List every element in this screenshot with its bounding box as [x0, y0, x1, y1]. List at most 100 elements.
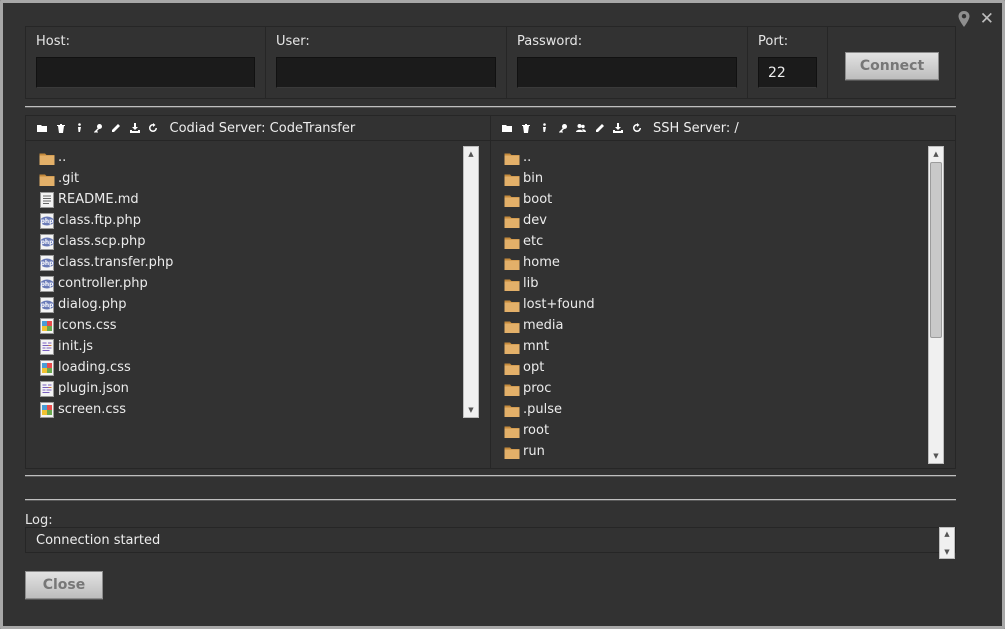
log-text: Connection started	[36, 533, 161, 548]
download-icon[interactable]	[129, 123, 140, 133]
file-name: init.js	[58, 339, 94, 354]
user-field-group: User:	[266, 27, 507, 98]
file-list-item[interactable]: php class.ftp.php	[39, 210, 173, 231]
log-label: Log:	[25, 513, 53, 528]
php-file-icon: php	[39, 254, 55, 271]
file-list-item[interactable]: media	[504, 315, 595, 336]
pencil-icon[interactable]	[595, 123, 605, 133]
divider-log	[25, 499, 956, 501]
file-list-item[interactable]: etc	[504, 231, 595, 252]
file-list-item[interactable]: mnt	[504, 336, 595, 357]
file-list-item[interactable]: .git	[39, 168, 173, 189]
scroll-down-icon[interactable]: ▼	[940, 546, 954, 558]
scroll-up-icon[interactable]: ▲	[929, 147, 943, 161]
folder-icon[interactable]	[37, 123, 47, 133]
download-icon[interactable]	[613, 123, 623, 133]
file-list-item[interactable]: plugin.json	[39, 378, 173, 399]
folder-icon[interactable]	[502, 123, 512, 133]
file-list-item[interactable]: home	[504, 252, 595, 273]
trash-icon[interactable]	[521, 123, 531, 133]
connect-button[interactable]: Connect	[845, 52, 939, 80]
file-list-item[interactable]: boot	[504, 189, 595, 210]
host-input[interactable]	[36, 57, 255, 88]
php-file-icon: php	[39, 212, 55, 229]
file-name: class.ftp.php	[58, 213, 141, 228]
info-icon[interactable]	[74, 123, 84, 133]
file-list-item[interactable]: root	[504, 420, 595, 441]
remote-panel: SSH Server: / .. bin boot dev etc home lib lost…	[491, 116, 955, 468]
file-list-item[interactable]: init.js	[39, 336, 173, 357]
file-list-item[interactable]: icons.css	[39, 315, 173, 336]
folder-icon	[504, 360, 520, 376]
file-list-item[interactable]: run	[504, 441, 595, 462]
scroll-up-icon[interactable]: ▲	[464, 147, 478, 161]
pencil-icon[interactable]	[111, 123, 121, 133]
file-name: run	[523, 444, 545, 459]
file-list-item[interactable]: proc	[504, 378, 595, 399]
file-list-item[interactable]: opt	[504, 357, 595, 378]
password-input[interactable]	[517, 57, 737, 88]
folder-icon	[504, 150, 520, 166]
file-list-item[interactable]: ..	[504, 147, 595, 168]
php-file-icon: php	[39, 233, 55, 250]
key-icon[interactable]	[558, 123, 568, 133]
file-list-item[interactable]: php controller.php	[39, 273, 173, 294]
file-list-item[interactable]: bin	[504, 168, 595, 189]
remote-panel-title: SSH Server: /	[653, 120, 739, 136]
trash-icon[interactable]	[56, 123, 66, 133]
log-scrollbar[interactable]: ▲ ▼	[939, 527, 955, 559]
pin-icon[interactable]	[957, 10, 971, 28]
connect-wrap: Connect	[828, 27, 939, 98]
local-panel: Codiad Server: CodeTransfer .. .git README…	[26, 116, 491, 468]
dialog-controls: ✕	[957, 10, 994, 28]
file-list-item[interactable]: .pulse	[504, 399, 595, 420]
scrollbar-thumb[interactable]	[930, 162, 942, 338]
local-scrollbar[interactable]: ▲ ▼	[463, 146, 479, 418]
file-list-item[interactable]: php dialog.php	[39, 294, 173, 315]
key-icon[interactable]	[93, 123, 103, 133]
folder-icon	[504, 423, 520, 439]
port-input[interactable]: 22	[758, 57, 817, 88]
file-name: README.md	[58, 192, 139, 207]
refresh-icon[interactable]	[148, 123, 158, 133]
connection-bar: Host: User: Password: Port: 22 Connect	[25, 26, 956, 99]
folder-icon	[39, 171, 55, 187]
scroll-down-icon[interactable]: ▼	[929, 449, 943, 463]
remote-scrollbar[interactable]: ▲ ▼	[928, 146, 944, 464]
scroll-down-icon[interactable]: ▼	[464, 403, 478, 417]
css-file-icon	[39, 359, 55, 376]
user-label: User:	[276, 34, 310, 49]
file-name: icons.css	[58, 318, 117, 333]
file-list-item[interactable]: lost+found	[504, 294, 595, 315]
file-list-item[interactable]: php class.scp.php	[39, 231, 173, 252]
file-name: lost+found	[523, 297, 595, 312]
users-icon[interactable]	[576, 123, 586, 133]
refresh-icon[interactable]	[632, 123, 642, 133]
host-label: Host:	[36, 34, 70, 49]
info-icon[interactable]	[539, 123, 549, 133]
close-button[interactable]: Close	[25, 571, 103, 599]
port-field-group: Port: 22	[748, 27, 828, 98]
folder-icon	[504, 297, 520, 313]
svg-text:php: php	[41, 281, 55, 288]
scroll-up-icon[interactable]: ▲	[940, 528, 954, 540]
file-panels: Codiad Server: CodeTransfer .. .git README…	[25, 115, 956, 469]
remote-toolbar: SSH Server: /	[491, 116, 955, 141]
folder-icon	[39, 150, 55, 166]
file-list-item[interactable]: README.md	[39, 189, 173, 210]
folder-icon	[504, 255, 520, 271]
file-list-item[interactable]: ..	[39, 147, 173, 168]
file-list-item[interactable]: loading.css	[39, 357, 173, 378]
file-list-item[interactable]: dev	[504, 210, 595, 231]
file-list-item[interactable]: screen.css	[39, 399, 173, 420]
text-file-icon	[39, 191, 55, 208]
file-name: proc	[523, 381, 552, 396]
file-name: lib	[523, 276, 539, 291]
file-name: ..	[58, 150, 67, 165]
close-icon[interactable]: ✕	[980, 11, 994, 28]
host-field-group: Host:	[26, 27, 266, 98]
file-list-item[interactable]: lib	[504, 273, 595, 294]
file-list-item[interactable]: php class.transfer.php	[39, 252, 173, 273]
file-name: opt	[523, 360, 545, 375]
user-input[interactable]	[276, 57, 496, 88]
